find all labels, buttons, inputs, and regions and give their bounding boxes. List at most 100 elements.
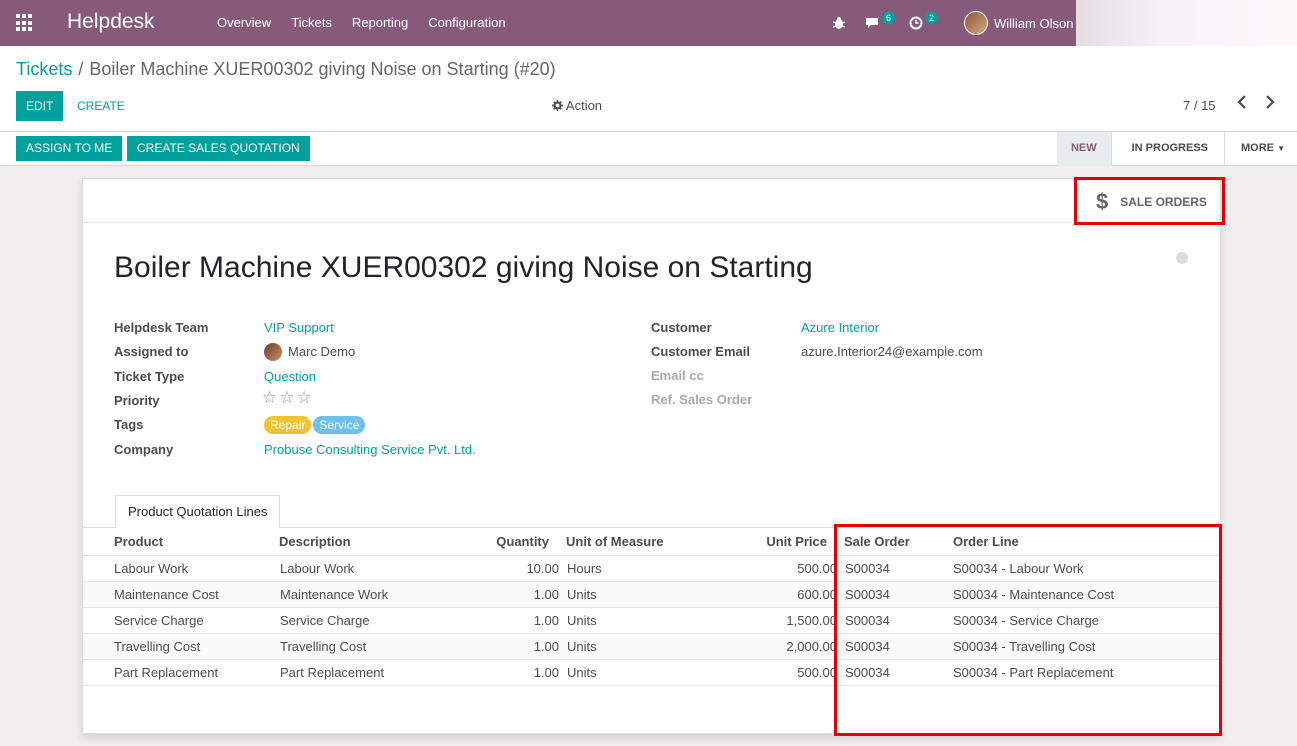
cell-description: Service Charge — [280, 613, 370, 628]
cell-product: Part Replacement — [114, 665, 219, 680]
star-icon[interactable]: ☆ — [262, 388, 277, 407]
breadcrumb-separator: / — [78, 59, 84, 79]
assign-to-me-button[interactable]: ASSIGN TO ME — [16, 136, 123, 161]
breadcrumb-parent[interactable]: Tickets — [16, 59, 72, 79]
chat-count-badge: 6 — [882, 12, 896, 24]
cell-unit-price: 600.00 — [797, 587, 837, 602]
table-row[interactable]: Travelling Cost Travelling Cost 1.00 Units 2… — [83, 634, 1220, 660]
table-row[interactable]: Labour Work Labour Work 10.00 Hours 500.00 S0… — [83, 556, 1220, 582]
cell-order-line: S00034 - Labour Work — [953, 561, 1084, 576]
cell-unit-price: 500.00 — [797, 665, 837, 680]
action-label: Action — [565, 98, 603, 113]
assigned-to-label: Assigned to — [114, 344, 189, 359]
gear-icon — [552, 100, 563, 111]
cell-order-line: S00034 - Travelling Cost — [953, 639, 1096, 654]
app-brand[interactable]: Helpdesk — [67, 10, 155, 34]
cell-product: Travelling Cost — [114, 639, 201, 654]
column-header-order-line[interactable]: Order Line — [953, 528, 1019, 555]
stage-in-progress[interactable]: IN PROGRESS — [1110, 132, 1224, 166]
cell-unit-of-measure: Units — [567, 639, 597, 654]
cell-description: Part Replacement — [280, 665, 385, 680]
pager-value: 7 / 15 — [1183, 98, 1216, 113]
priority-stars: ☆ ☆ ☆ — [262, 388, 314, 409]
customer-email-value: azure.Interior24@example.com — [801, 344, 983, 359]
caret-down-icon: ▼ — [1277, 144, 1285, 153]
tags-value: Repair Service — [264, 415, 367, 435]
cell-sale-order: S00034 — [845, 587, 890, 602]
create-button[interactable]: CREATE — [77, 91, 125, 121]
status-bar: ASSIGN TO ME CREATE SALES QUOTATION NEW … — [0, 132, 1297, 166]
tag-repair[interactable]: Repair — [264, 416, 312, 434]
table-row[interactable]: Maintenance Cost Maintenance Work 1.00 Unit… — [83, 582, 1220, 608]
ticket-title: Boiler Machine XUER00302 giving Noise on… — [114, 251, 813, 284]
cell-quantity: 10.00 — [526, 561, 559, 576]
user-menu[interactable]: William Olson — [964, 0, 1073, 46]
stage-more-dropdown[interactable]: MORE ▼ — [1224, 132, 1297, 166]
chevron-left-icon — [1237, 95, 1246, 109]
column-header-product[interactable]: Product — [114, 528, 163, 555]
user-name: William Olson — [994, 15, 1074, 31]
tag-service[interactable]: Service — [313, 416, 366, 434]
ticket-type-label: Ticket Type — [114, 369, 185, 384]
cell-product: Labour Work — [114, 561, 189, 576]
table-row[interactable]: Part Replacement Part Replacement 1.00 Unit… — [83, 660, 1220, 686]
cell-unit-of-measure: Units — [567, 613, 597, 628]
activity-count-badge: 2 — [925, 12, 939, 24]
breadcrumb: Tickets / Boiler Machine XUER00302 giving … — [16, 59, 556, 80]
cell-description: Maintenance Work — [280, 587, 389, 602]
table-row[interactable]: Service Charge Service Charge 1.00 Units 1,5… — [83, 608, 1220, 634]
cell-order-line: S00034 - Part Replacement — [953, 665, 1114, 680]
cell-unit-of-measure: Units — [567, 587, 597, 602]
column-header-quantity[interactable]: Quantity — [463, 528, 549, 555]
assignee-avatar — [264, 342, 282, 361]
main-menu: Overview Tickets Reporting Configuration — [207, 0, 516, 46]
assigned-to-value[interactable]: Marc Demo — [264, 342, 355, 362]
star-icon[interactable]: ☆ — [279, 388, 294, 407]
menu-overview[interactable]: Overview — [207, 0, 281, 46]
column-header-sale-order[interactable]: Sale Order — [844, 528, 910, 555]
form-sheet: $ SALE ORDERS Boiler Machine XUER00302 g… — [82, 177, 1225, 736]
activity-icon[interactable]: 2 — [909, 0, 939, 46]
customer-value[interactable]: Azure Interior — [801, 318, 879, 338]
cell-order-line: S00034 - Maintenance Cost — [953, 587, 1115, 602]
edit-button[interactable]: EDIT — [16, 91, 63, 121]
column-header-unit-of-measure[interactable]: Unit of Measure — [566, 528, 664, 555]
cell-quantity: 1.00 — [533, 665, 559, 680]
sale-orders-label: SALE ORDERS — [1120, 195, 1207, 209]
customer-email-label: Customer Email — [651, 344, 750, 359]
cell-sale-order: S00034 — [845, 665, 890, 680]
menu-reporting[interactable]: Reporting — [342, 0, 418, 46]
breadcrumb-current: Boiler Machine XUER00302 giving Noise on… — [89, 59, 556, 79]
blurred-region — [1076, 0, 1297, 48]
cell-quantity: 1.00 — [533, 613, 559, 628]
column-header-unit-price[interactable]: Unit Price — [733, 528, 827, 555]
ticket-type-value[interactable]: Question — [264, 367, 316, 387]
cell-order-line: S00034 - Service Charge — [953, 613, 1099, 628]
pager-next-button[interactable] — [1265, 95, 1275, 114]
cell-quantity: 1.00 — [533, 639, 559, 654]
tab-product-quotation-lines[interactable]: Product Quotation Lines — [115, 495, 281, 528]
debug-icon[interactable] — [832, 0, 846, 46]
smart-button-box: $ SALE ORDERS — [83, 179, 1220, 223]
menu-tickets[interactable]: Tickets — [281, 0, 342, 46]
chat-icon[interactable]: 6 — [864, 0, 896, 46]
quotation-lines-table: Product Description Quantity Unit of Mea… — [83, 528, 1220, 686]
cell-product: Maintenance Cost — [114, 587, 219, 602]
cell-unit-price: 2,000.00 — [786, 639, 837, 654]
column-header-description[interactable]: Description — [279, 528, 351, 555]
stage-new[interactable]: NEW — [1056, 132, 1111, 166]
cell-description: Labour Work — [280, 561, 355, 576]
action-menu[interactable]: Action — [552, 98, 602, 113]
helpdesk-team-value[interactable]: VIP Support — [264, 318, 334, 338]
apps-menu-icon[interactable] — [16, 14, 34, 32]
company-value[interactable]: Probuse Consulting Service Pvt. Ltd. — [264, 440, 476, 460]
pager-previous-button[interactable] — [1237, 95, 1247, 114]
cell-sale-order: S00034 — [845, 561, 890, 576]
star-icon[interactable]: ☆ — [297, 388, 312, 407]
kanban-state-indicator[interactable] — [1176, 252, 1188, 264]
cell-description: Travelling Cost — [280, 639, 367, 654]
sale-orders-button[interactable]: $ SALE ORDERS — [1078, 181, 1220, 223]
create-sales-quotation-button[interactable]: CREATE SALES QUOTATION — [127, 136, 310, 161]
menu-configuration[interactable]: Configuration — [418, 0, 515, 46]
cell-unit-of-measure: Hours — [567, 561, 602, 576]
